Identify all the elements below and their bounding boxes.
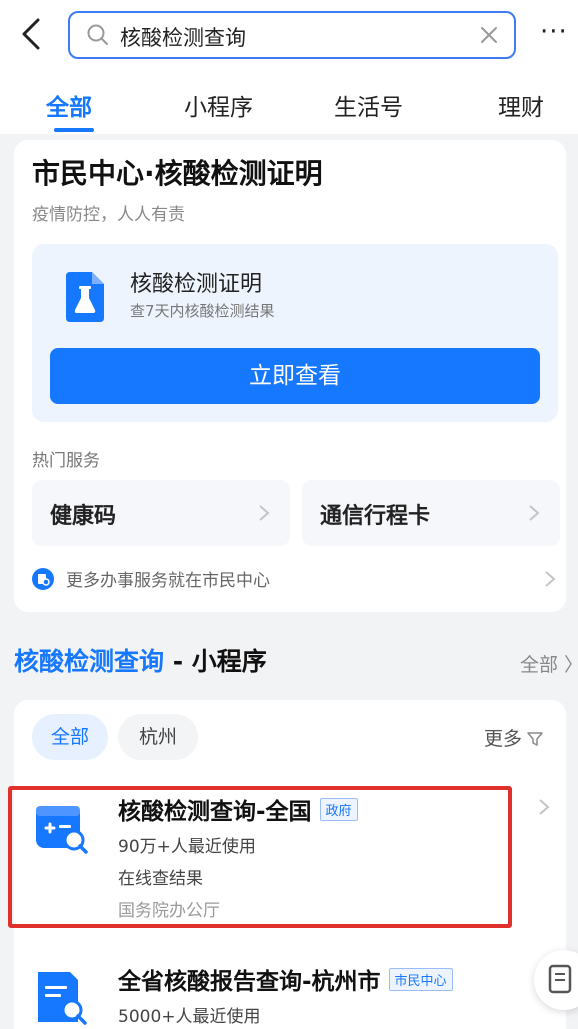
- more-services-link[interactable]: 更多办事服务就在市民中心: [32, 564, 558, 594]
- top-bar: 核酸检测查询 ···: [0, 0, 578, 78]
- nucleic-test-certificate-panel[interactable]: 核酸检测证明 查7天内核酸检测结果 立即查看: [32, 244, 558, 422]
- active-tab-indicator: [54, 128, 94, 132]
- more-services-text: 更多办事服务就在市民中心: [66, 571, 270, 591]
- chevron-right-icon: [529, 505, 540, 521]
- chevron-right-icon: [545, 571, 556, 587]
- result-name: 全省核酸报告查询-杭州市 市民中心: [118, 962, 453, 996]
- result-item-province-report-query[interactable]: 全省核酸报告查询-杭州市 市民中心 5000+人最近使用: [14, 962, 566, 1029]
- report-search-icon: [38, 972, 87, 1025]
- more-filters-button[interactable]: 更多: [484, 724, 544, 751]
- tab-mini-programs[interactable]: 小程序: [184, 88, 253, 122]
- citizen-center-icon: [32, 568, 54, 590]
- search-icon: [87, 24, 108, 45]
- floating-action-button[interactable]: [534, 950, 578, 1010]
- chevron-right-icon: [539, 799, 550, 815]
- tab-finance[interactable]: 理财: [498, 88, 544, 122]
- tab-life-accounts[interactable]: 生活号: [334, 88, 403, 122]
- see-all-link[interactable]: 全部 〉: [520, 650, 578, 677]
- document-icon: [548, 964, 572, 994]
- feature-name: 核酸检测证明: [130, 272, 263, 297]
- filter-funnel-icon: [527, 732, 543, 746]
- result-title: 全省核酸报告查询-杭州市: [118, 969, 381, 995]
- more-options-icon[interactable]: ···: [540, 19, 568, 45]
- hot-services-label: 热门服务: [32, 451, 100, 471]
- back-arrow-icon[interactable]: [16, 14, 46, 54]
- service-label: 健康码: [50, 504, 117, 529]
- service-label: 通信行程卡: [320, 504, 431, 529]
- more-filters-label: 更多: [484, 728, 523, 750]
- health-code-service[interactable]: 健康码: [32, 480, 290, 546]
- usage-count: 5000+人最近使用: [118, 1007, 261, 1027]
- filter-chip-hangzhou[interactable]: 杭州: [118, 714, 198, 760]
- section-title-rest: - 小程序: [164, 647, 267, 676]
- card-title: 市民中心·核酸检测证明: [32, 157, 323, 190]
- section-title-highlight: 核酸检测查询: [14, 647, 165, 676]
- clear-icon[interactable]: [478, 24, 500, 46]
- filter-chip-all[interactable]: 全部: [32, 714, 108, 760]
- search-input[interactable]: 核酸检测查询: [120, 22, 246, 52]
- travel-card-service[interactable]: 通信行程卡: [302, 480, 560, 546]
- view-now-button[interactable]: 立即查看: [50, 348, 540, 404]
- card-subtitle: 疫情防控，人人有责: [32, 205, 185, 225]
- test-tube-document-icon: [66, 272, 104, 322]
- mini-program-section-title: 核酸检测查询 - 小程序: [14, 642, 267, 678]
- feature-description: 查7天内核酸检测结果: [130, 302, 275, 320]
- tab-all[interactable]: 全部: [46, 88, 92, 122]
- tab-bar: 全部 小程序 生活号 理财: [0, 78, 578, 134]
- highlight-box: [8, 786, 512, 928]
- chevron-right-icon: [259, 505, 270, 521]
- citizen-center-card: 市民中心·核酸检测证明 疫情防控，人人有责 核酸检测证明 查7天内核酸检测结果 …: [14, 140, 566, 612]
- citizen-center-tag: 市民中心: [388, 968, 453, 991]
- search-bar[interactable]: 核酸检测查询: [68, 11, 516, 59]
